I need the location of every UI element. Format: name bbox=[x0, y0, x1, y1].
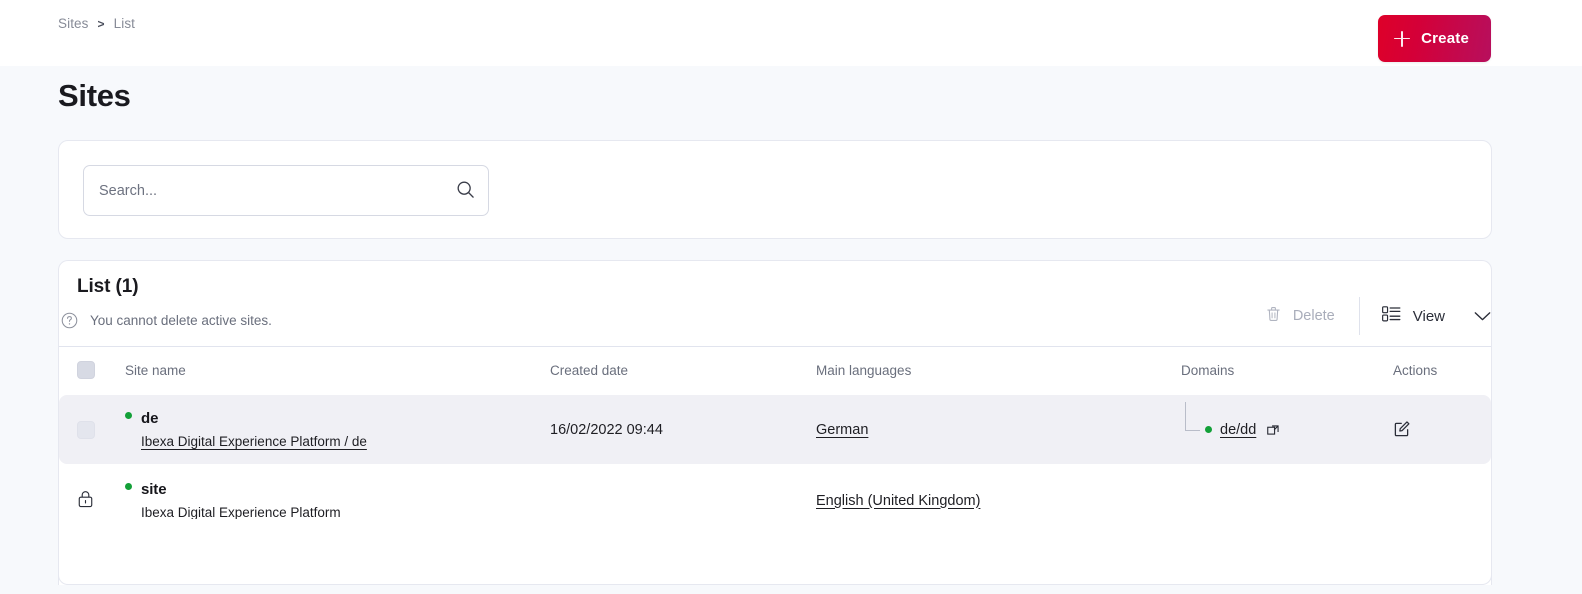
create-button[interactable]: Create bbox=[1378, 15, 1491, 62]
table-header-domains[interactable]: Domains bbox=[1181, 363, 1393, 378]
status-dot bbox=[125, 483, 132, 490]
row-site-name-line: de bbox=[125, 410, 550, 427]
sites-table: Site name Created date Main languages Do… bbox=[59, 346, 1491, 535]
search-field-wrapper[interactable] bbox=[83, 165, 489, 216]
search-input[interactable] bbox=[84, 183, 442, 199]
breadcrumb-item-sites[interactable]: Sites bbox=[58, 16, 89, 31]
row-created-date-cell: 16/02/2022 09:44 bbox=[550, 422, 816, 438]
row-main-language-cell: German bbox=[816, 422, 1181, 438]
list-title: List (1) bbox=[77, 276, 138, 298]
domain-link[interactable]: de/dd bbox=[1220, 422, 1256, 438]
row-select-cell bbox=[77, 421, 125, 439]
table-header-site-name[interactable]: Site name bbox=[125, 363, 550, 378]
lock-icon bbox=[77, 489, 94, 513]
row-main-language-cell: English (United Kingdom) bbox=[816, 493, 1181, 509]
row-site-name-line: site bbox=[125, 481, 550, 498]
tree-connector-icon bbox=[1185, 402, 1200, 431]
create-button-label: Create bbox=[1421, 30, 1469, 47]
edit-icon bbox=[1393, 419, 1412, 441]
external-link-icon[interactable] bbox=[1267, 422, 1282, 437]
search-icon bbox=[456, 180, 475, 202]
help-circle-icon bbox=[60, 311, 78, 329]
breadcrumb-separator-icon: > bbox=[98, 18, 105, 30]
row-site-name-cell: de Ibexa Digital Experience Platform / d… bbox=[125, 410, 550, 450]
page-title: Sites bbox=[58, 78, 131, 114]
trash-icon bbox=[1265, 305, 1282, 327]
list-hint-text: You cannot delete active sites. bbox=[90, 313, 272, 328]
row-actions-cell bbox=[1393, 419, 1493, 441]
created-date-value: 16/02/2022 09:44 bbox=[550, 422, 663, 438]
main-language-link[interactable]: German bbox=[816, 422, 868, 438]
table-header-select bbox=[77, 361, 125, 379]
site-path-link[interactable]: Ibexa Digital Experience Platform bbox=[141, 505, 341, 520]
site-name-label: site bbox=[141, 481, 166, 498]
toolbar-divider bbox=[1359, 297, 1360, 335]
status-dot bbox=[125, 412, 132, 419]
top-bar: Sites > List Create bbox=[0, 0, 1582, 66]
select-all-checkbox[interactable] bbox=[77, 361, 95, 379]
domain-status-dot bbox=[1205, 426, 1212, 433]
breadcrumb-item-list[interactable]: List bbox=[114, 16, 135, 31]
table-row[interactable]: de Ibexa Digital Experience Platform / d… bbox=[59, 395, 1491, 464]
delete-button-label: Delete bbox=[1293, 308, 1335, 324]
list-header: List (1) You cannot delete active sites. bbox=[59, 261, 1491, 346]
plus-icon bbox=[1394, 31, 1410, 47]
chevron-down-icon bbox=[1474, 311, 1491, 322]
breadcrumb: Sites > List bbox=[58, 16, 135, 31]
list-panel-footer bbox=[58, 519, 1492, 585]
table-header-row: Site name Created date Main languages Do… bbox=[59, 347, 1491, 393]
edit-button[interactable] bbox=[1393, 419, 1412, 441]
list-toolbar: Delete View bbox=[1265, 297, 1491, 335]
site-path-link[interactable]: Ibexa Digital Experience Platform / de bbox=[141, 434, 367, 449]
row-checkbox[interactable] bbox=[77, 421, 95, 439]
domain-entry: de/dd bbox=[1181, 405, 1393, 455]
row-select-cell bbox=[77, 489, 125, 513]
search-submit-button[interactable] bbox=[442, 166, 488, 215]
list-layout-icon bbox=[1382, 306, 1401, 326]
table-header-main-languages[interactable]: Main languages bbox=[816, 363, 1181, 378]
list-hint: You cannot delete active sites. bbox=[60, 311, 272, 329]
main-language-link[interactable]: English (United Kingdom) bbox=[816, 493, 980, 509]
search-panel bbox=[58, 140, 1492, 239]
view-button[interactable]: View bbox=[1382, 306, 1491, 326]
table-header-created-date[interactable]: Created date bbox=[550, 363, 816, 378]
table-header-actions: Actions bbox=[1393, 363, 1493, 378]
view-button-label: View bbox=[1413, 308, 1445, 325]
row-domains-cell: de/dd bbox=[1181, 405, 1393, 455]
row-site-name-cell: site Ibexa Digital Experience Platform bbox=[125, 481, 550, 521]
sites-list-page: Sites > List Create Sites bbox=[0, 0, 1582, 594]
site-name-label: de bbox=[141, 410, 158, 427]
content-area: Sites List (1) bbox=[0, 66, 1582, 594]
delete-button[interactable]: Delete bbox=[1265, 305, 1359, 327]
